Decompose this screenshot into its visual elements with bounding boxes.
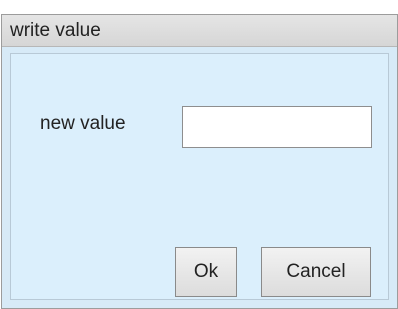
ok-button[interactable]: Ok xyxy=(175,247,237,297)
dialog-content: new value Ok Cancel xyxy=(10,53,389,300)
dialog-titlebar[interactable]: write value xyxy=(2,15,397,47)
new-value-input[interactable] xyxy=(182,106,372,148)
new-value-label: new value xyxy=(40,113,126,134)
write-value-dialog: write value new value Ok Cancel xyxy=(1,14,398,309)
cancel-button[interactable]: Cancel xyxy=(261,247,371,297)
dialog-title: write value xyxy=(10,20,101,41)
